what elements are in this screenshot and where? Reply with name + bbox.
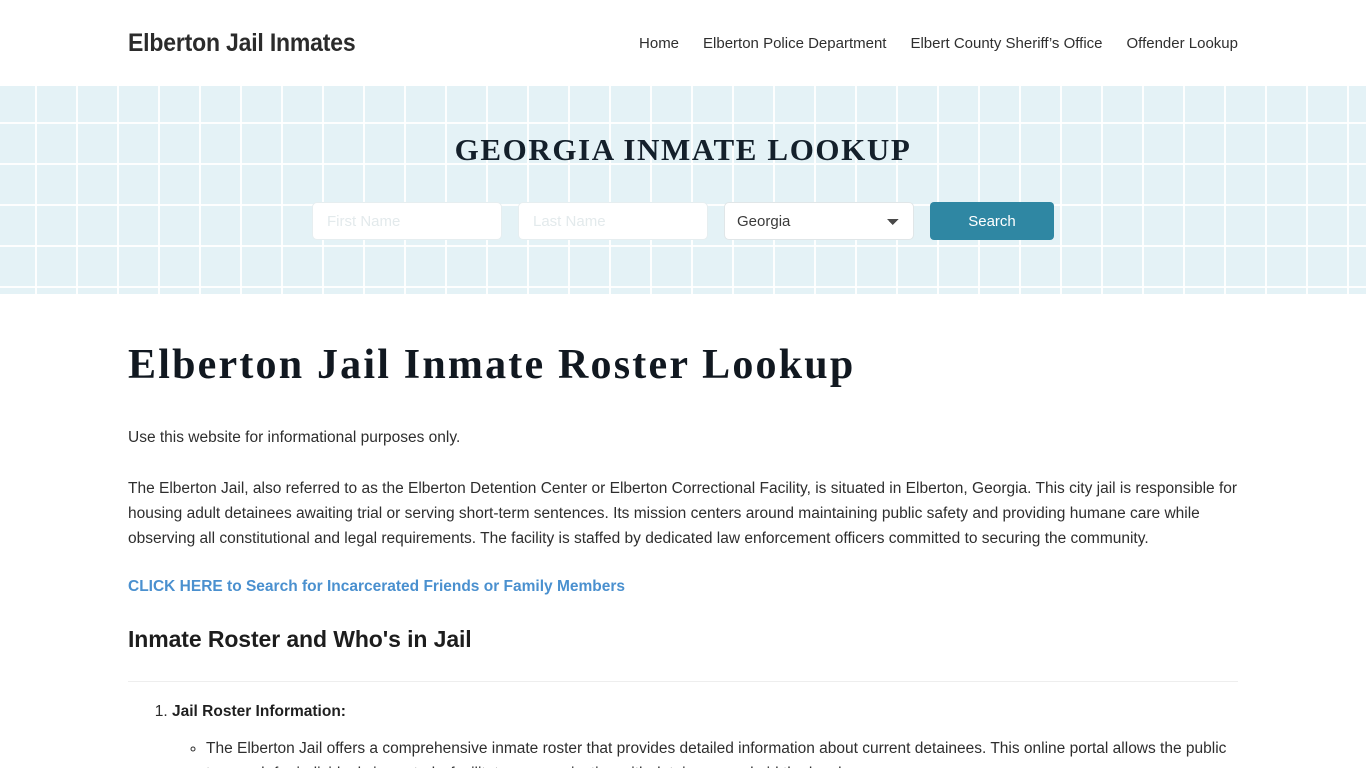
section-divider — [128, 680, 1238, 682]
site-header: Elberton Jail Inmates Home Elberton Poli… — [0, 0, 1366, 86]
page-title: Elberton Jail Inmate Roster Lookup — [128, 342, 856, 388]
list-item-heading: Jail Roster Information: — [172, 702, 346, 720]
site-logo[interactable]: Elberton Jail Inmates — [128, 29, 356, 58]
nav-item-elberton-police-department[interactable]: Elberton Police Department — [703, 36, 886, 51]
section-title-inmate-roster: Inmate Roster and Who's in Jail — [128, 625, 472, 652]
roster-ordered-list: Jail Roster Information: The Elberton Ja… — [128, 700, 1238, 768]
first-name-input[interactable] — [312, 202, 502, 240]
nav-item-home[interactable]: Home — [639, 36, 679, 51]
last-name-input[interactable] — [518, 202, 708, 240]
nav-item-offender-lookup[interactable]: Offender Lookup — [1127, 36, 1238, 51]
state-select[interactable]: Georgia — [724, 202, 914, 240]
hero-banner: GEORGIA INMATE LOOKUP Georgia Search — [0, 86, 1366, 294]
inmate-search-form: Georgia Search — [312, 202, 1054, 240]
list-item: The Elberton Jail offers a comprehensive… — [206, 736, 1236, 768]
intro-paragraph: The Elberton Jail, also referred to as t… — [128, 480, 1238, 548]
list-item: Jail Roster Information: The Elberton Ja… — [172, 700, 1238, 768]
search-friends-family-link[interactable]: CLICK HERE to Search for Incarcerated Fr… — [128, 578, 625, 596]
nav-item-elbert-county-sheriffs-office[interactable]: Elbert County Sheriff’s Office — [910, 36, 1102, 51]
main-navigation: Home Elberton Police Department Elbert C… — [639, 36, 1238, 51]
sub-list: The Elberton Jail offers a comprehensive… — [172, 736, 1238, 768]
main-content: Elberton Jail Inmate Roster Lookup Use t… — [0, 294, 1366, 768]
hero-title: GEORGIA INMATE LOOKUP — [454, 132, 912, 167]
search-button[interactable]: Search — [930, 202, 1054, 240]
lead-paragraph: Use this website for informational purpo… — [128, 429, 461, 447]
